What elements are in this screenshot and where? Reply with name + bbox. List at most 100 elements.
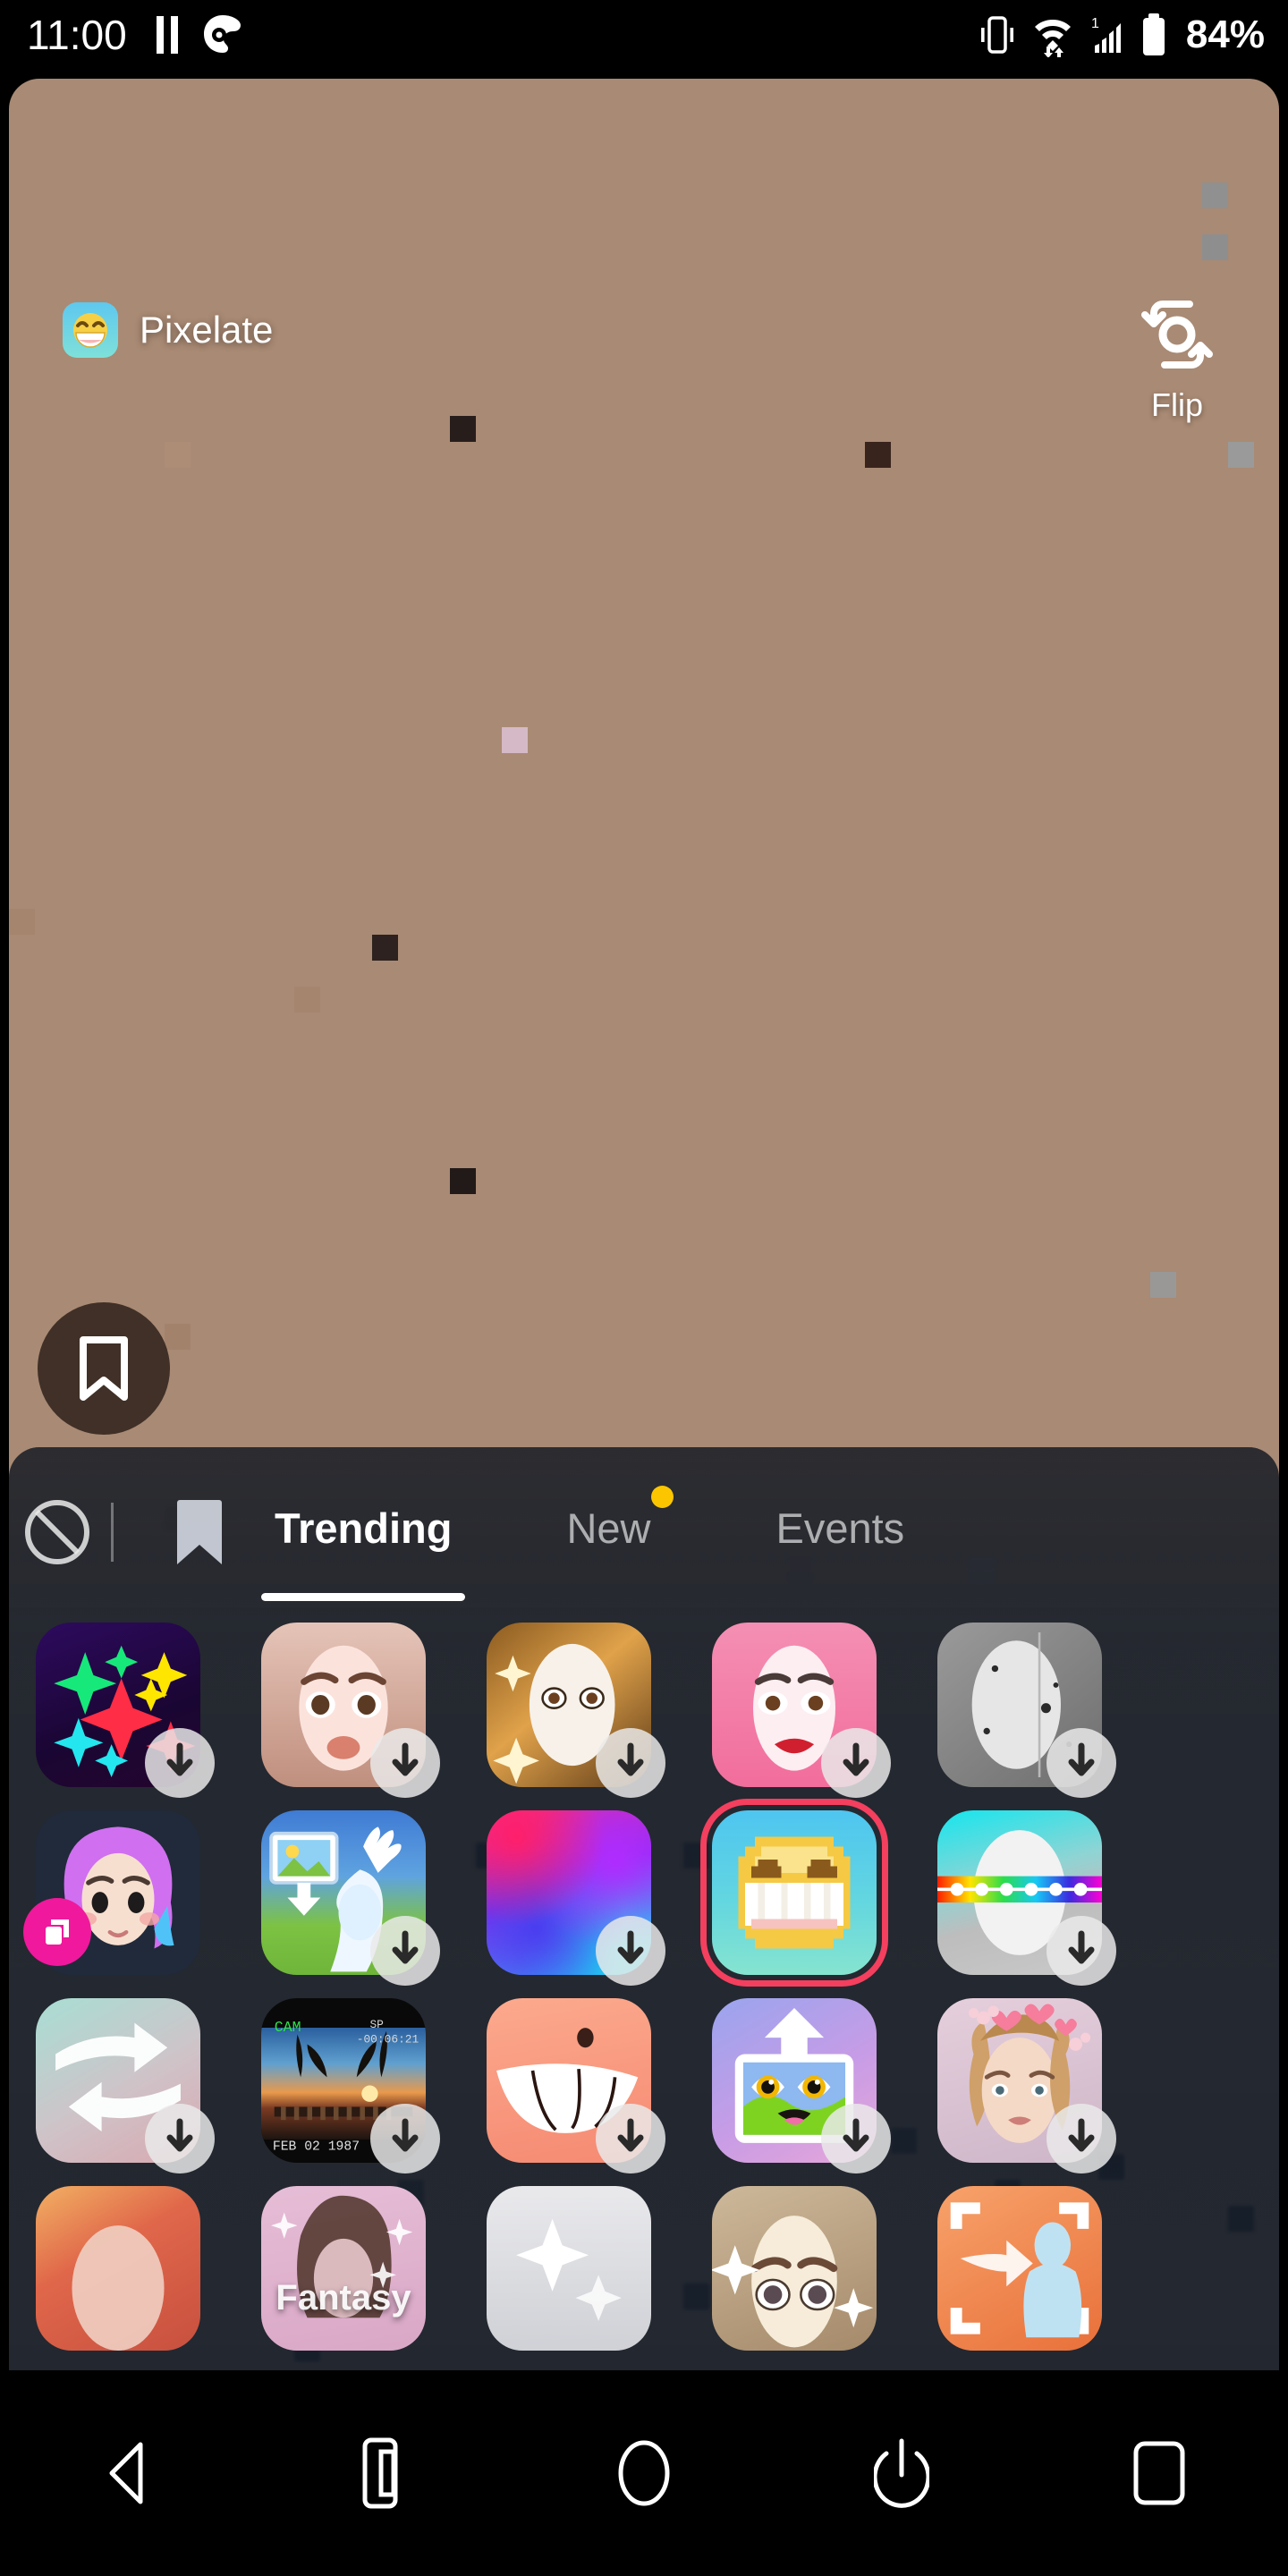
download-arrow-icon (392, 1742, 419, 1776)
download-arrow-icon (617, 2118, 644, 2152)
filter-thumbnail-art (937, 2186, 1102, 2351)
phone-icon (362, 2437, 398, 2509)
status-bar-notification-icons (156, 13, 243, 56)
new-filter-badge (23, 1898, 91, 1966)
tab-new-badge-dot (651, 1485, 674, 1508)
filter-thumbnail-photo-import[interactable] (261, 1810, 440, 1986)
bookmark-icon (80, 1336, 128, 1401)
filter-thumbnail-heart-crown[interactable] (937, 1998, 1116, 2174)
download-filter-button[interactable] (370, 1916, 440, 1986)
tab-trending[interactable]: Trending (261, 1504, 466, 1601)
filter-thumbnail-art (712, 2186, 877, 2351)
download-filter-button[interactable] (370, 1728, 440, 1798)
tab-events[interactable]: Events (775, 1504, 904, 1562)
active-filter-chip[interactable]: Pixelate (63, 302, 273, 358)
svg-text:SP: SP (369, 2018, 384, 2031)
flip-camera-label: Flip (1150, 386, 1203, 423)
home-button[interactable] (581, 2411, 707, 2536)
filter-tab-bar: Trending New Events (9, 1447, 1279, 1617)
download-filter-button[interactable] (1046, 1728, 1116, 1798)
filter-thumbnail-grayscale-moon[interactable] (937, 1623, 1116, 1798)
download-filter-button[interactable] (596, 1916, 665, 1986)
download-arrow-icon (392, 2118, 419, 2152)
triangle-left-icon (109, 2442, 143, 2504)
filter-thumbnail-sparkle-neon[interactable] (36, 1623, 215, 1798)
tab-new[interactable]: New (566, 1485, 674, 1562)
download-arrow-icon (617, 1742, 644, 1776)
filter-thumbnail-orange-body-track[interactable] (937, 2186, 1102, 2351)
download-filter-button[interactable] (145, 2104, 215, 2174)
circle-icon (618, 2440, 670, 2506)
svg-text:-00:06:21: -00:06:21 (357, 2033, 419, 2046)
battery-percent-label: 84% (1185, 13, 1265, 56)
filter-thumbnail-art (36, 2186, 200, 2351)
download-filter-button[interactable] (370, 2104, 440, 2174)
status-bar-system-icons: 1 84% (979, 13, 1265, 57)
filter-thumbnail-retro-vhs[interactable]: CAM SP -00:06:21 FEB 02 1987 (261, 1998, 440, 2174)
wifi-icon (1034, 20, 1071, 57)
camera-flip-icon (1141, 301, 1213, 369)
power-icon (874, 2438, 929, 2508)
grinning-face-icon (63, 302, 118, 358)
signal-icon: 1 (1091, 16, 1121, 53)
tab-active-underline (261, 1592, 466, 1601)
filter-thumbnail-aurora-gradient[interactable] (487, 1810, 665, 1986)
download-arrow-icon (166, 1742, 193, 1776)
filter-panel: Trending New Events CAM SP -00:06:21 FEB… (9, 1447, 1279, 2370)
download-arrow-icon (166, 2118, 193, 2152)
filter-thumbnail-pixelate[interactable] (700, 1799, 888, 1987)
download-arrow-icon (843, 1742, 869, 1776)
svg-text:FEB 02 1987: FEB 02 1987 (273, 2140, 360, 2154)
filter-thumbnail-pink-glam[interactable] (712, 1623, 891, 1798)
download-filter-button[interactable] (596, 2104, 665, 2174)
download-arrow-icon (392, 1930, 419, 1964)
tab-events-label: Events (775, 1504, 905, 1552)
download-filter-button[interactable] (821, 1728, 891, 1798)
back-button[interactable] (66, 2411, 191, 2536)
tab-divider (111, 1503, 114, 1562)
filter-thumbnail-freckle-doll[interactable] (261, 1623, 440, 1798)
pause-icon (156, 16, 178, 54)
filter-thumbnail-golden-glow-mask[interactable] (487, 1623, 665, 1798)
filter-thumbnail-big-smile[interactable] (487, 1998, 665, 2174)
bookmark-icon (177, 1500, 222, 1564)
screenshot-button[interactable] (324, 2411, 449, 2536)
system-navigation-bar (0, 2370, 1288, 2576)
power-button[interactable] (839, 2411, 964, 2536)
download-filter-button[interactable] (145, 1728, 215, 1798)
filter-caption: Fantasy (275, 2278, 411, 2318)
download-filter-button[interactable] (821, 2104, 891, 2174)
filter-thumbnail-rainbow-band[interactable] (937, 1810, 1116, 1986)
filter-thumbnail-swap-arrows[interactable] (36, 1998, 215, 2174)
download-filter-button[interactable] (1046, 2104, 1116, 2174)
status-bar-clock: 11:00 (27, 12, 127, 58)
no-filter-button[interactable] (9, 1496, 106, 1568)
saved-filters-button[interactable] (151, 1497, 248, 1567)
copy-icon (46, 1919, 69, 1945)
filter-thumbnail-sparkle-eyes[interactable] (712, 2186, 877, 2351)
download-arrow-icon (1068, 1930, 1095, 1964)
filter-thumbnail-big-eyes-upload[interactable] (712, 1998, 891, 2174)
download-arrow-icon (617, 1930, 644, 1964)
svg-text:CAM: CAM (275, 2019, 301, 2036)
download-arrow-icon (843, 2118, 869, 2152)
no-filter-icon (25, 1500, 89, 1564)
tab-trending-label: Trending (275, 1504, 453, 1552)
filter-thumbnail-art (487, 2186, 651, 2351)
filter-thumbnail-pastel-hair-doll[interactable] (23, 1810, 200, 1975)
filter-thumbnail-peach-blur[interactable] (36, 2186, 200, 2351)
recents-button[interactable] (1097, 2411, 1222, 2536)
filter-thumbnail-white-sparkle[interactable] (487, 2186, 651, 2351)
vibrate-icon (980, 16, 1013, 54)
filter-selected-ring (700, 1799, 888, 1987)
active-filter-name: Pixelate (140, 309, 274, 351)
battery-icon (1142, 13, 1165, 55)
save-filter-button[interactable] (38, 1302, 170, 1435)
filter-thumbnail-fantasy[interactable]: Fantasy (261, 2186, 426, 2351)
download-filter-button[interactable] (596, 1728, 665, 1798)
filter-thumbnail-art (261, 2186, 426, 2351)
download-filter-button[interactable] (1046, 1916, 1116, 1986)
location-share-icon (203, 15, 241, 53)
download-arrow-icon (1068, 2118, 1095, 2152)
flip-camera-button[interactable]: Flip (1106, 293, 1249, 424)
